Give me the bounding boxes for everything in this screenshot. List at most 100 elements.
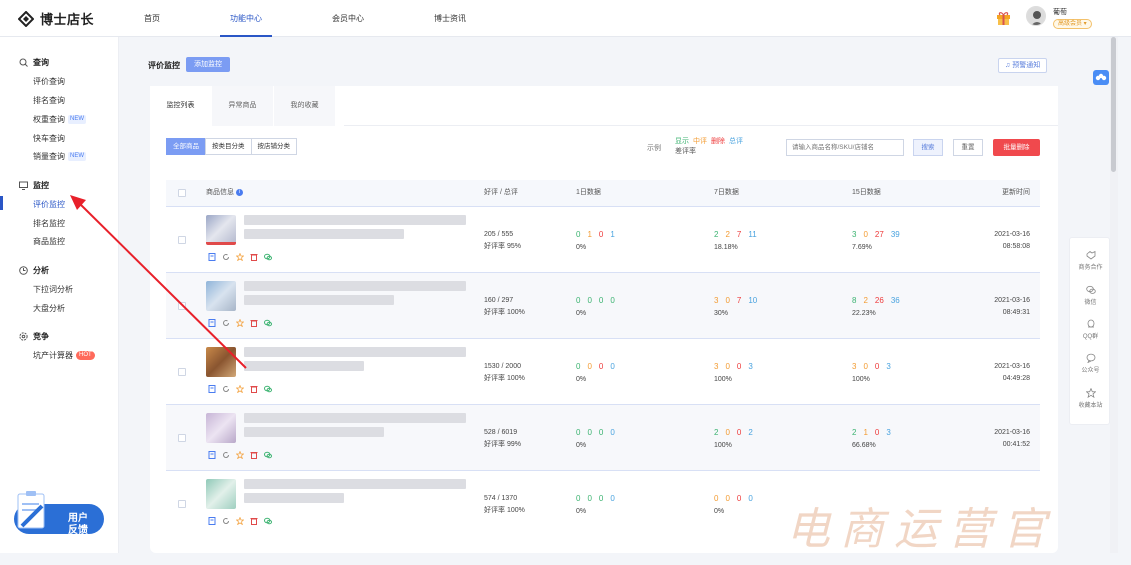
filter-all[interactable]: 全部商品 (166, 138, 206, 155)
wechat-link[interactable]: 微信 (1070, 285, 1111, 306)
wechat-icon[interactable] (264, 517, 272, 525)
sidebar-item-label: 商品监控 (33, 237, 65, 246)
star-icon[interactable] (236, 253, 244, 261)
delete-icon[interactable] (250, 253, 258, 261)
gift-icon[interactable] (996, 10, 1011, 25)
detail-icon[interactable] (208, 385, 216, 393)
deleted-count: 0 (598, 494, 604, 503)
rate-percent: 好评率 99% (484, 441, 521, 448)
sidebar-item-keyword-analysis[interactable]: 下拉词分析 (33, 284, 73, 295)
row-checkbox[interactable] (178, 236, 186, 244)
info-icon[interactable]: i (235, 188, 243, 196)
star-icon[interactable] (236, 385, 244, 393)
sidebar-item-review-query[interactable]: 评价查询 (33, 76, 65, 87)
product-thumbnail[interactable] (206, 479, 236, 509)
official-account-link[interactable]: 公众号 (1070, 353, 1111, 374)
feedback-button[interactable]: 用户 反馈 (12, 488, 106, 540)
refresh-icon[interactable] (222, 319, 230, 327)
row-checkbox[interactable] (178, 500, 186, 508)
total-count: 0 (748, 494, 753, 503)
clock-icon (19, 266, 28, 275)
row-actions (208, 451, 272, 459)
bookmark-site-link[interactable]: 收藏本站 (1070, 388, 1111, 409)
sidebar-item-rank-monitor[interactable]: 排名监控 (33, 218, 65, 229)
add-monitor-button[interactable]: 添加监控 (186, 57, 230, 72)
product-thumbnail[interactable] (206, 215, 236, 245)
detail-icon[interactable] (208, 253, 216, 261)
avatar[interactable] (1026, 6, 1046, 26)
row-checkbox[interactable] (178, 302, 186, 310)
detail-icon[interactable] (208, 517, 216, 525)
updated-time: 2021-03-16 00:41:52 (994, 427, 1030, 451)
legend-delete: 删除 (711, 138, 725, 145)
product-title-redacted (244, 295, 394, 305)
nav-membership[interactable]: 会员中心 (330, 0, 366, 37)
row-checkbox[interactable] (178, 434, 186, 442)
delete-icon[interactable] (250, 385, 258, 393)
star-icon[interactable] (236, 319, 244, 327)
nav-features[interactable]: 功能中心 (220, 0, 272, 37)
vip-badge[interactable]: 高级会员 ▾ (1053, 19, 1092, 29)
wechat-icon[interactable] (264, 253, 272, 261)
delete-icon[interactable] (250, 517, 258, 525)
scrollbar-thumb[interactable] (1111, 37, 1116, 172)
product-thumbnail[interactable] (206, 281, 236, 311)
table-row: 205 / 555 好评率 95% 0 1 0 1 0% 2 2 7 11 18.18% 3 0 27… (166, 206, 1040, 272)
sidebar-item-pit-calculator[interactable]: 坑产计算器 HOT (33, 350, 95, 361)
detail-icon[interactable] (208, 319, 216, 327)
sidebar-group-title: 竞争 (33, 332, 49, 341)
batch-delete-button[interactable]: 批量删除 (993, 139, 1040, 156)
row-checkbox[interactable] (178, 368, 186, 376)
header-product-label: 商品信息 (206, 189, 234, 196)
reset-button[interactable]: 重置 (953, 139, 983, 156)
delete-icon[interactable] (250, 319, 258, 327)
sidebar-item-sales-query[interactable]: 销量查询 NEW (33, 151, 86, 162)
wechat-icon[interactable] (264, 451, 272, 459)
logo[interactable]: 博士店长 (18, 9, 94, 28)
sidebar-item-weight-query[interactable]: 权重查询 NEW (33, 114, 86, 125)
logo-text: 博士店长 (40, 12, 95, 27)
refresh-icon[interactable] (222, 253, 230, 261)
sidebar-item-review-monitor[interactable]: 评价监控 (33, 199, 65, 210)
filter-by-shop[interactable]: 按店铺分类 (250, 138, 297, 155)
tab-monitor-list[interactable]: 监控列表 (150, 86, 212, 126)
refresh-icon[interactable] (222, 517, 230, 525)
middle-count: 2 (725, 230, 730, 239)
rate-percent: 好评率 100% (484, 375, 525, 382)
tab-abnormal-products[interactable]: 异常商品 (212, 86, 274, 126)
total-count: 0 (610, 296, 615, 305)
refresh-icon[interactable] (222, 451, 230, 459)
cloud-service-icon[interactable] (1093, 70, 1109, 85)
business-cooperation-link[interactable]: 商务合作 (1070, 250, 1111, 271)
star-icon[interactable] (236, 451, 244, 459)
total-count: 0 (610, 494, 615, 503)
alert-notice-button[interactable]: ♫ 预警通知 (998, 58, 1048, 73)
select-all-checkbox[interactable] (178, 189, 186, 197)
product-title-redacted (244, 413, 466, 423)
tab-my-favorites[interactable]: 我的收藏 (274, 86, 336, 126)
search-input[interactable] (786, 139, 904, 156)
nav-home[interactable]: 首页 (142, 0, 162, 37)
wechat-icon[interactable] (264, 385, 272, 393)
sidebar-item-express-query[interactable]: 快车查询 (33, 133, 65, 144)
product-thumbnail[interactable] (206, 413, 236, 443)
updated-date: 2021-03-16 (994, 429, 1030, 436)
middle-count: 0 (863, 362, 868, 371)
sidebar-item-product-monitor[interactable]: 商品监控 (33, 236, 65, 247)
detail-icon[interactable] (208, 451, 216, 459)
table-header: 商品信息 i 好评 / 总评 1日数据 7日数据 15日数据 更新时间 (166, 180, 1040, 206)
sidebar-item-rank-query[interactable]: 排名查询 (33, 95, 65, 106)
wechat-icon[interactable] (264, 319, 272, 327)
sidebar-item-market-analysis[interactable]: 大盘分析 (33, 303, 65, 314)
nav-news[interactable]: 博士资讯 (432, 0, 468, 37)
delete-icon[interactable] (250, 451, 258, 459)
search-button[interactable]: 搜索 (913, 139, 943, 156)
refresh-icon[interactable] (222, 385, 230, 393)
star-icon[interactable] (236, 517, 244, 525)
qq-group-link[interactable]: QQ群 (1070, 319, 1111, 340)
filter-by-category[interactable]: 按类目分类 (205, 138, 252, 155)
product-thumbnail[interactable] (206, 347, 236, 377)
product-title-redacted (244, 281, 466, 291)
row-actions (208, 385, 272, 393)
sidebar-group-analysis: 分析 (19, 265, 49, 276)
